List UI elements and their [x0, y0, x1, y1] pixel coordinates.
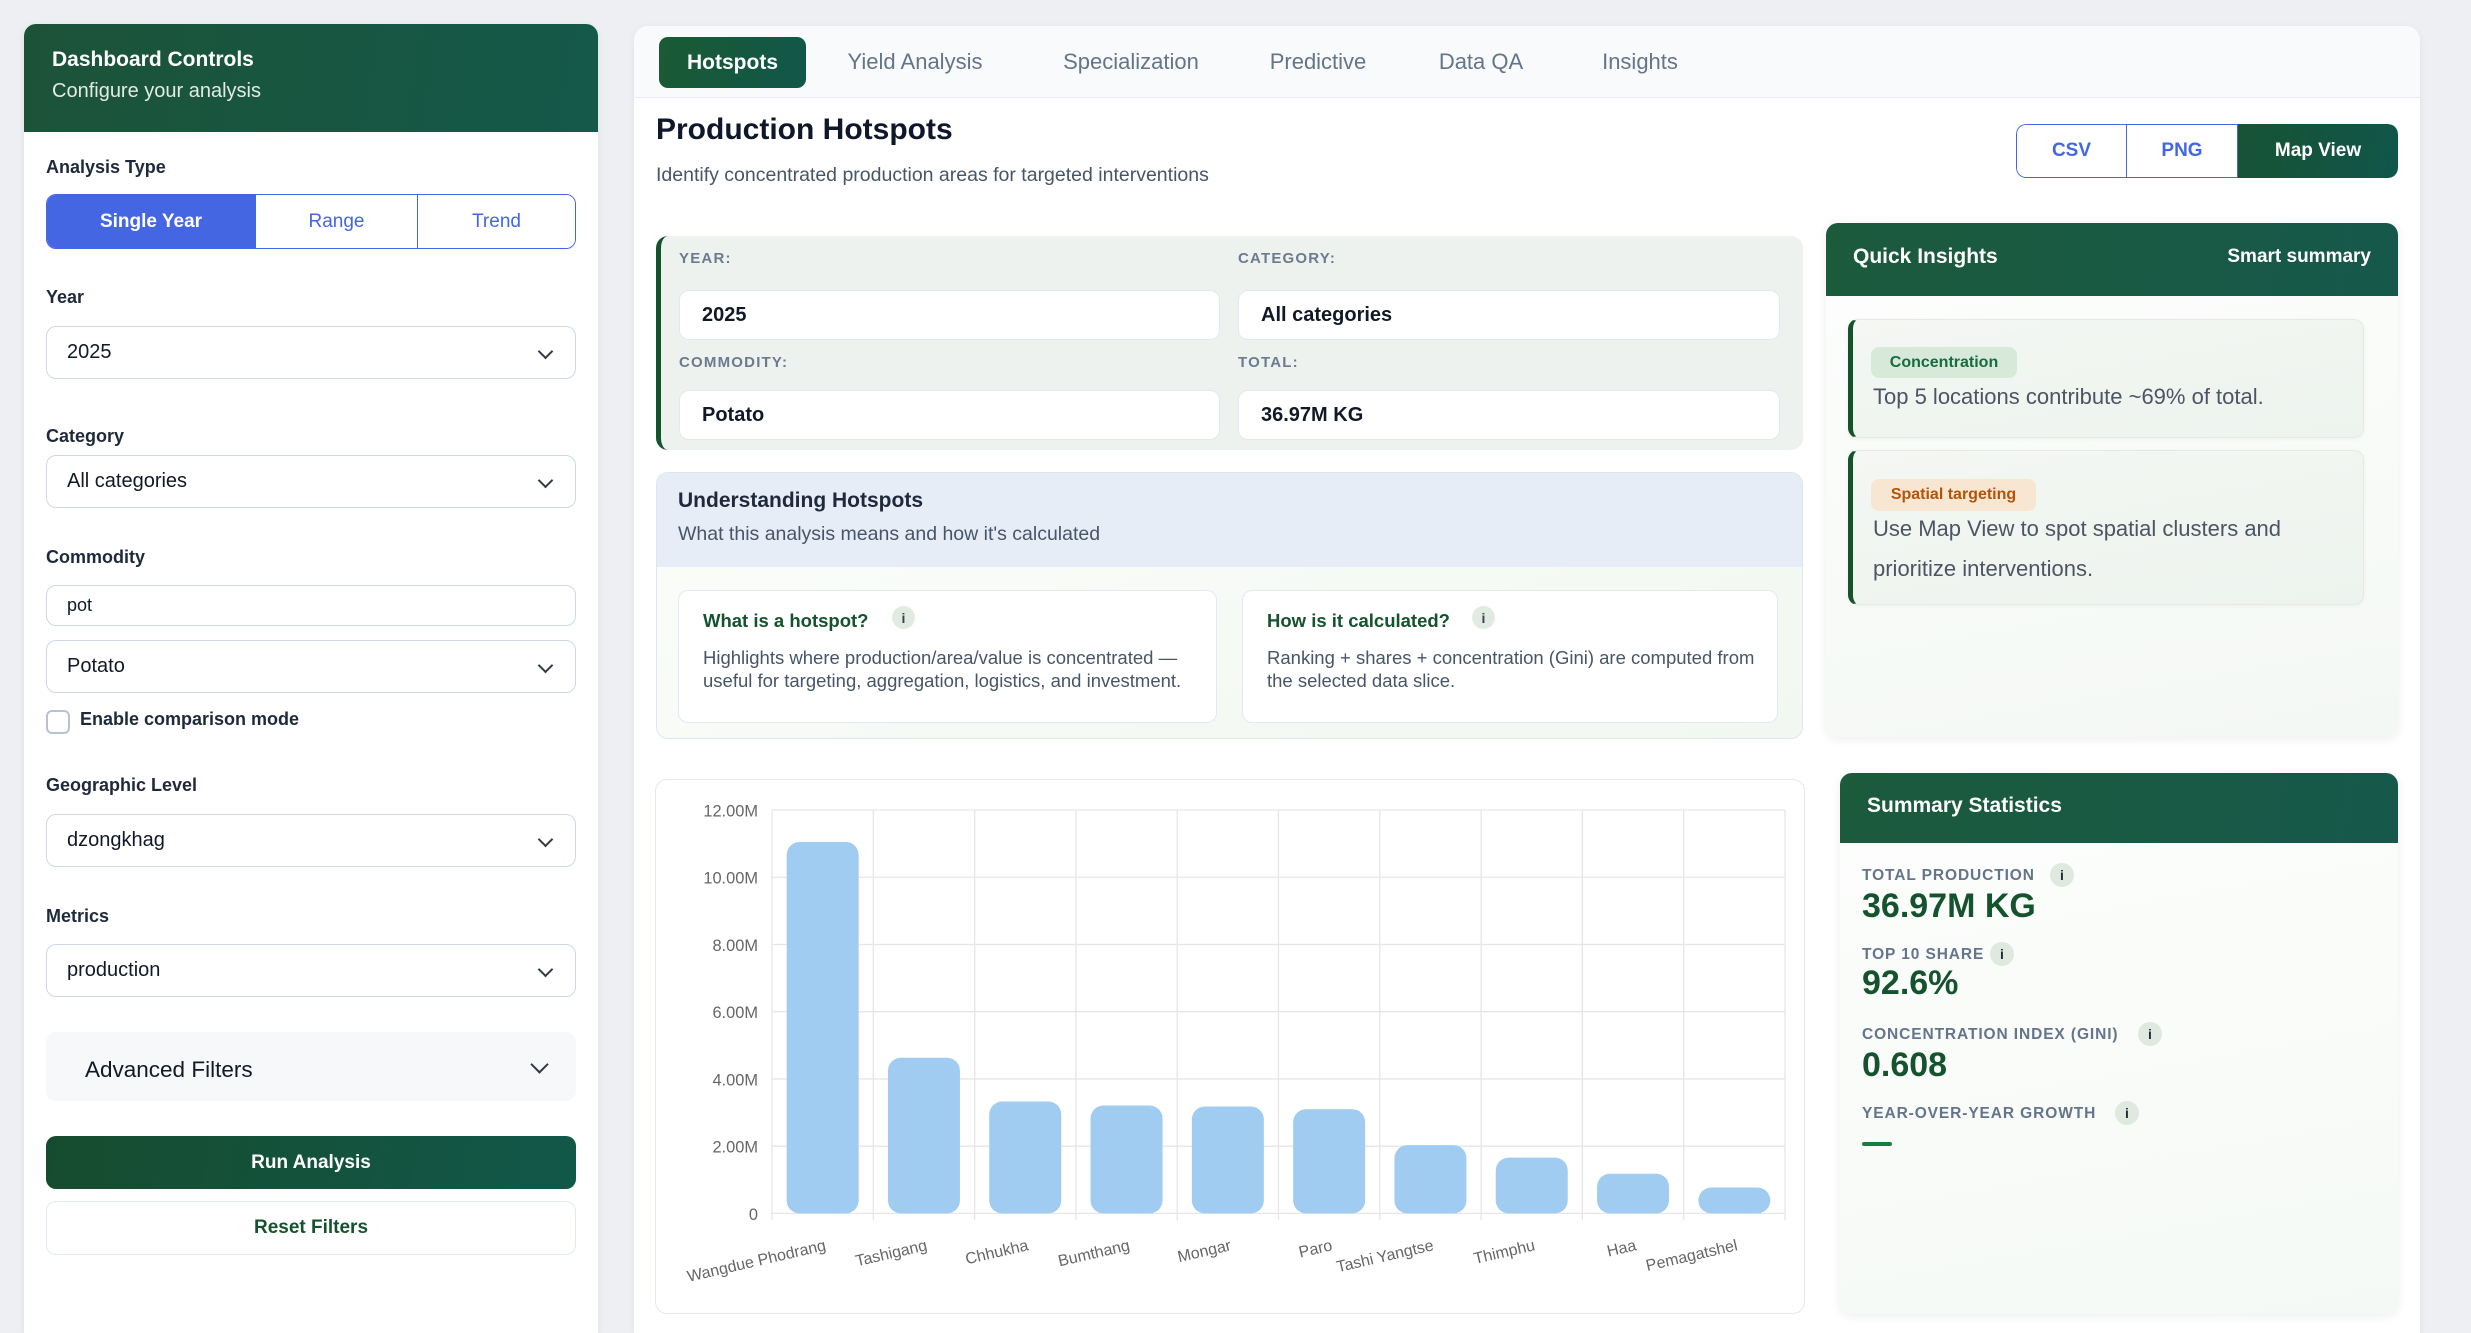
- svg-text:Mongar: Mongar: [1176, 1237, 1233, 1266]
- svg-text:Chhukha: Chhukha: [964, 1237, 1030, 1268]
- svg-text:Thimphu: Thimphu: [1472, 1237, 1536, 1268]
- svg-text:4.00M: 4.00M: [712, 1071, 758, 1089]
- svg-text:12.00M: 12.00M: [703, 803, 758, 821]
- svg-text:Haa: Haa: [1605, 1237, 1638, 1260]
- svg-text:8.00M: 8.00M: [712, 937, 758, 955]
- svg-text:Tashi Yangtse: Tashi Yangtse: [1335, 1237, 1435, 1276]
- svg-text:0: 0: [749, 1206, 758, 1224]
- svg-text:2.00M: 2.00M: [712, 1139, 758, 1157]
- svg-text:Tashigang: Tashigang: [854, 1237, 929, 1270]
- svg-text:Wangdue Phodrang: Wangdue Phodrang: [686, 1237, 828, 1285]
- svg-text:Pemagatshel: Pemagatshel: [1644, 1237, 1739, 1275]
- svg-text:10.00M: 10.00M: [703, 870, 758, 888]
- svg-text:Paro: Paro: [1297, 1237, 1334, 1261]
- svg-text:Bumthang: Bumthang: [1057, 1237, 1132, 1270]
- svg-text:6.00M: 6.00M: [712, 1004, 758, 1022]
